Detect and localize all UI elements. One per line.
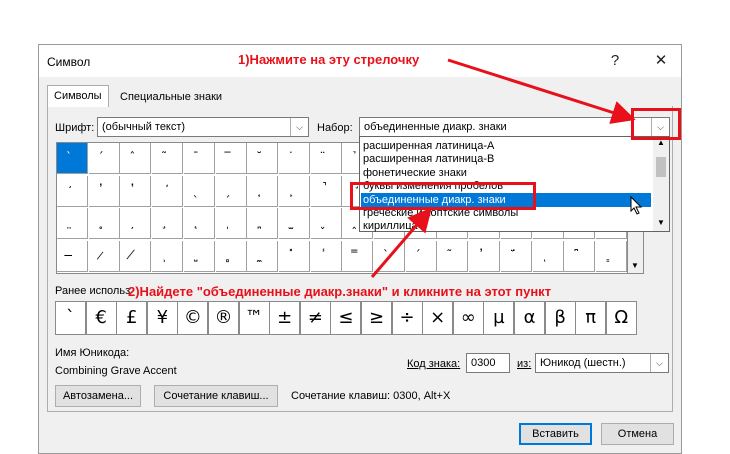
annotation-arrows [370,58,636,278]
arrow-to-list-item [370,207,432,278]
annotation-step1: 1)Нажмите на эту стрелочку [238,52,420,67]
arrow-to-dropdown-button [447,58,636,124]
highlight-dropdown-button [631,108,681,140]
highlight-list-item [350,182,536,210]
annotation-step2: 2)Найдете "объединенные диакр.знаки" и к… [128,284,552,299]
mouse-cursor-icon [630,196,643,215]
